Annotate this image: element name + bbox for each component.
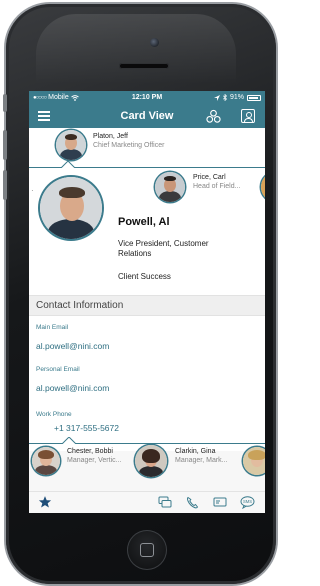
star-icon[interactable]	[38, 495, 52, 509]
selected-job-title: Vice President, Customer Relations	[118, 239, 209, 258]
front-camera	[150, 38, 159, 47]
peer-avatar	[155, 172, 185, 202]
phone-icon[interactable]	[186, 496, 199, 509]
work-phone-label: Work Phone	[36, 411, 72, 418]
work-phone-link[interactable]: +1 317-555-5672	[54, 423, 119, 433]
selected-department: Client Success	[118, 272, 171, 281]
email-icon[interactable]	[213, 496, 227, 508]
action-toolbar: SMS	[29, 491, 265, 513]
mute-switch	[3, 94, 7, 112]
personal-email-label: Personal Email	[36, 366, 80, 373]
home-button[interactable]	[127, 530, 167, 570]
selected-name: Powell, Al	[118, 216, 170, 228]
manager-title: Chief Marketing Officer	[93, 142, 165, 149]
subordinate-avatar	[32, 447, 60, 475]
manager-avatar	[56, 130, 86, 160]
volume-down-button	[3, 170, 7, 200]
contact-card-icon[interactable]	[241, 109, 255, 123]
subordinate-title: Manager, Mark...	[175, 457, 228, 464]
peer-title: Head of Field...	[193, 183, 241, 190]
chat-icon[interactable]	[158, 496, 172, 509]
page-title: Card View	[120, 110, 174, 122]
phone-glare	[36, 14, 236, 84]
selected-avatar	[40, 177, 102, 239]
personal-email-link[interactable]: al.powell@nini.com	[36, 383, 109, 393]
subordinate-title: Manager, Vertic...	[67, 457, 122, 464]
volume-up-button	[3, 130, 7, 160]
svg-text:SMS: SMS	[243, 499, 252, 504]
nav-bar: Card View	[29, 104, 265, 128]
subordinate-name: Chester, Bobbi	[67, 448, 113, 455]
main-email-label: Main Email	[36, 324, 69, 331]
subordinate-name: Clarkin, Gina	[175, 448, 216, 455]
battery-icon	[247, 94, 261, 101]
sms-icon[interactable]: SMS	[240, 496, 255, 509]
earpiece-speaker	[119, 63, 169, 69]
prev-peer-indicator[interactable]: ·	[31, 186, 34, 195]
subordinate-card[interactable]: Clarkin, Gina Manager, Mark...	[135, 445, 245, 491]
contact-section-header: Contact Information	[29, 295, 265, 316]
subordinate-avatar	[135, 445, 167, 477]
subordinates-row: Chester, Bobbi Manager, Vertic... Clarki…	[29, 445, 265, 491]
main-email-link[interactable]: al.powell@nini.com	[36, 341, 109, 351]
manager-name: Platon, Jeff	[93, 133, 128, 140]
peer-card[interactable]: Price, Carl Head of Field...	[149, 169, 265, 203]
org-chart-icon[interactable]	[206, 109, 221, 124]
next-subordinate-avatar[interactable]	[243, 447, 265, 475]
next-peer-avatar[interactable]	[261, 172, 265, 202]
peer-name: Price, Carl	[193, 174, 226, 181]
subordinate-pointer	[62, 437, 76, 444]
manager-card[interactable]: Platon, Jeff Chief Marketing Officer	[29, 128, 265, 161]
app-screen: ●○○○○ Mobile 12:10 PM 91% Card View Plat…	[29, 91, 265, 513]
hierarchy-pointer	[61, 161, 75, 168]
status-bar: ●○○○○ Mobile 12:10 PM 91%	[29, 91, 265, 104]
subordinate-card[interactable]: Chester, Bobbi Manager, Vertic...	[29, 447, 139, 491]
status-time: 12:10 PM	[131, 94, 163, 101]
